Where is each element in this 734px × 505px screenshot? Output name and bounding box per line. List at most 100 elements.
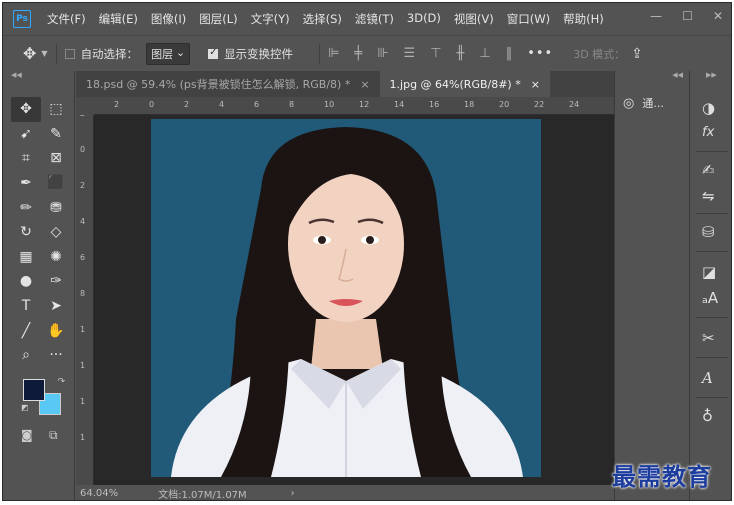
eyedropper-tool-icon[interactable]: ✒ bbox=[11, 171, 41, 196]
close-tab-icon[interactable]: × bbox=[531, 78, 540, 91]
menu-list: 文件(F) 编辑(E) 图像(I) 图层(L) 文字(Y) 选择(S) 滤镜(T) 3D(D)… bbox=[47, 11, 617, 27]
collapse-icon[interactable]: ◀◀ bbox=[615, 71, 689, 83]
share-icon[interactable]: ⇪ bbox=[631, 46, 643, 62]
move-tool-icon[interactable]: ✥ bbox=[11, 97, 41, 122]
quick-mask-icon[interactable]: ◙ bbox=[21, 428, 33, 442]
ruler-tick-label: 1 bbox=[80, 433, 86, 442]
history-brush-tool-icon[interactable]: ↻ bbox=[11, 220, 41, 245]
frame-tool-icon[interactable]: ⊠ bbox=[41, 146, 71, 171]
menu-item[interactable]: 3D(D) bbox=[407, 11, 441, 27]
pen-tool-icon[interactable]: ✑ bbox=[41, 269, 71, 294]
close-button[interactable]: ✕ bbox=[713, 9, 723, 23]
align-top-icon[interactable]: ⊤ bbox=[430, 46, 441, 61]
quick-select-tool-icon[interactable]: ✎ bbox=[41, 122, 71, 147]
watermark-logo: 最需教育 bbox=[612, 462, 712, 491]
distribute-v-icon[interactable]: ‖ bbox=[506, 46, 513, 61]
auto-select-checkbox[interactable]: 自动选择： bbox=[64, 46, 139, 62]
tab-label: 18.psd @ 59.4% (ps背景被锁住怎么解锁, RGB/8) * bbox=[86, 78, 351, 91]
show-transform-checkbox[interactable]: 显示变换控件 bbox=[208, 46, 293, 62]
target-select-value: 图层 bbox=[151, 47, 174, 61]
eraser-tool-icon[interactable]: ◇ bbox=[41, 220, 71, 245]
expand-icon[interactable]: ▶▶ bbox=[690, 71, 731, 83]
gradient-tool-icon[interactable]: ▦ bbox=[11, 245, 41, 270]
stamp-tool-icon[interactable]: ⛃ bbox=[41, 195, 71, 220]
align-right-icon[interactable]: ⊪ bbox=[377, 46, 388, 61]
tool-presets-icon[interactable]: ✂ bbox=[702, 329, 715, 347]
menu-item[interactable]: 窗口(W) bbox=[507, 11, 550, 27]
swap-colors-icon[interactable]: ↷ bbox=[57, 377, 65, 387]
align-left-icon[interactable]: ⊫ bbox=[328, 46, 339, 61]
menu-item[interactable]: 文字(Y) bbox=[251, 11, 290, 27]
channels-panel-tab[interactable]: ◎ 通... bbox=[623, 95, 664, 111]
glyphs-icon[interactable]: A bbox=[702, 369, 713, 387]
document-tab[interactable]: 1.jpg @ 64%(RGB/8#) * × bbox=[379, 71, 550, 97]
chevron-down-icon[interactable]: ▼ bbox=[41, 49, 47, 58]
character-icon[interactable]: ◪ bbox=[702, 263, 716, 281]
crop-tool-icon[interactable]: ⌗ bbox=[11, 146, 41, 171]
hand-tool-icon[interactable]: ✋ bbox=[41, 318, 71, 343]
paragraph-styles-icon[interactable]: ₐA bbox=[702, 289, 718, 307]
ruler-tick-label: 0 bbox=[80, 145, 86, 154]
divider bbox=[55, 43, 57, 64]
menu-item[interactable]: 选择(S) bbox=[303, 11, 342, 27]
path-select-tool-icon[interactable]: ➤ bbox=[41, 294, 71, 319]
marquee-tool-icon[interactable]: ⬚ bbox=[41, 97, 71, 122]
type-tool-icon[interactable]: T bbox=[11, 294, 41, 319]
zoom-level[interactable]: 64.04% bbox=[80, 488, 118, 499]
document-tab[interactable]: 18.psd @ 59.4% (ps背景被锁住怎么解锁, RGB/8) * × bbox=[76, 71, 380, 97]
align-middle-v-icon[interactable]: ╫ bbox=[457, 46, 465, 61]
screen-mode-icon[interactable]: ⧉ bbox=[49, 428, 58, 443]
ruler-tick-label: 8 bbox=[289, 100, 295, 109]
align-center-h-icon[interactable]: ╪ bbox=[354, 46, 362, 61]
brush-tool-icon[interactable]: ✏ bbox=[11, 195, 41, 220]
menu-item[interactable]: 视图(V) bbox=[454, 11, 494, 27]
ruler-corner bbox=[76, 97, 94, 115]
align-bottom-icon[interactable]: ⊥ bbox=[479, 46, 490, 61]
horizontal-ruler[interactable]: 2 0 2 4 6 8 10 12 14 16 18 20 22 24 bbox=[94, 97, 614, 115]
more-options-button[interactable]: ••• bbox=[527, 46, 553, 61]
status-bar: 64.04% 文档:1.07M/1.07M › bbox=[76, 485, 614, 500]
menu-item[interactable]: 编辑(E) bbox=[99, 11, 138, 27]
blur-tool-icon[interactable]: ✺ bbox=[41, 245, 71, 270]
ruler-tick-label: 1 bbox=[80, 361, 86, 370]
distribute-icon[interactable]: ☰ bbox=[404, 46, 416, 61]
lasso-tool-icon[interactable]: ➹ bbox=[11, 122, 41, 147]
vertical-ruler[interactable]: 2 0 2 4 6 8 1 1 1 1 bbox=[76, 115, 94, 485]
more-tools-icon[interactable]: ··· bbox=[41, 343, 71, 368]
menu-item[interactable]: 图层(L) bbox=[199, 11, 237, 27]
ruler-tick-label: 8 bbox=[80, 289, 86, 298]
channels-icon: ◎ bbox=[623, 95, 635, 111]
patch-tool-icon[interactable]: ⬛ bbox=[41, 171, 71, 196]
menu-item[interactable]: 滤镜(T) bbox=[355, 11, 394, 27]
maximize-button[interactable]: ☐ bbox=[682, 9, 693, 23]
close-tab-icon[interactable]: × bbox=[360, 78, 369, 91]
document-image[interactable] bbox=[151, 119, 541, 477]
default-colors-icon[interactable]: ◩ bbox=[21, 403, 29, 412]
auto-select-label: 自动选择： bbox=[80, 46, 139, 61]
styles-icon[interactable]: fx bbox=[702, 125, 714, 140]
ruler-tick-label: 10 bbox=[324, 100, 335, 109]
collapse-icon[interactable]: ◀◀ bbox=[3, 71, 74, 83]
learn-icon[interactable]: ♁ bbox=[702, 407, 713, 425]
menu-item[interactable]: 图像(I) bbox=[151, 11, 186, 27]
ruler-tick-label: 16 bbox=[429, 100, 440, 109]
auto-select-check-box[interactable] bbox=[64, 48, 75, 59]
adjustments-icon[interactable]: ◑ bbox=[702, 99, 715, 117]
dodge-tool-icon[interactable]: ● bbox=[11, 269, 41, 294]
move-tool-icon[interactable]: ✥ bbox=[23, 44, 36, 63]
status-menu-arrow[interactable]: › bbox=[291, 488, 295, 499]
clone-source-icon[interactable]: ⛁ bbox=[702, 223, 715, 241]
show-transform-check-box[interactable] bbox=[208, 47, 219, 59]
divider bbox=[696, 151, 728, 152]
foreground-color-swatch[interactable] bbox=[23, 379, 45, 401]
brush-settings-icon[interactable]: ✍ bbox=[702, 161, 715, 179]
ruler-tick-label: 12 bbox=[359, 100, 370, 109]
line-tool-icon[interactable]: ╱ bbox=[11, 318, 41, 343]
target-select[interactable]: 图层 ⌄ bbox=[146, 42, 191, 65]
zoom-tool-icon[interactable]: ⌕ bbox=[11, 343, 41, 368]
ruler-tick-label: 2 bbox=[80, 115, 85, 118]
menu-item[interactable]: 文件(F) bbox=[47, 11, 86, 27]
minimize-button[interactable]: — bbox=[650, 9, 662, 23]
brush-presets-icon[interactable]: ⇋ bbox=[702, 187, 715, 205]
menu-item[interactable]: 帮助(H) bbox=[563, 11, 604, 27]
